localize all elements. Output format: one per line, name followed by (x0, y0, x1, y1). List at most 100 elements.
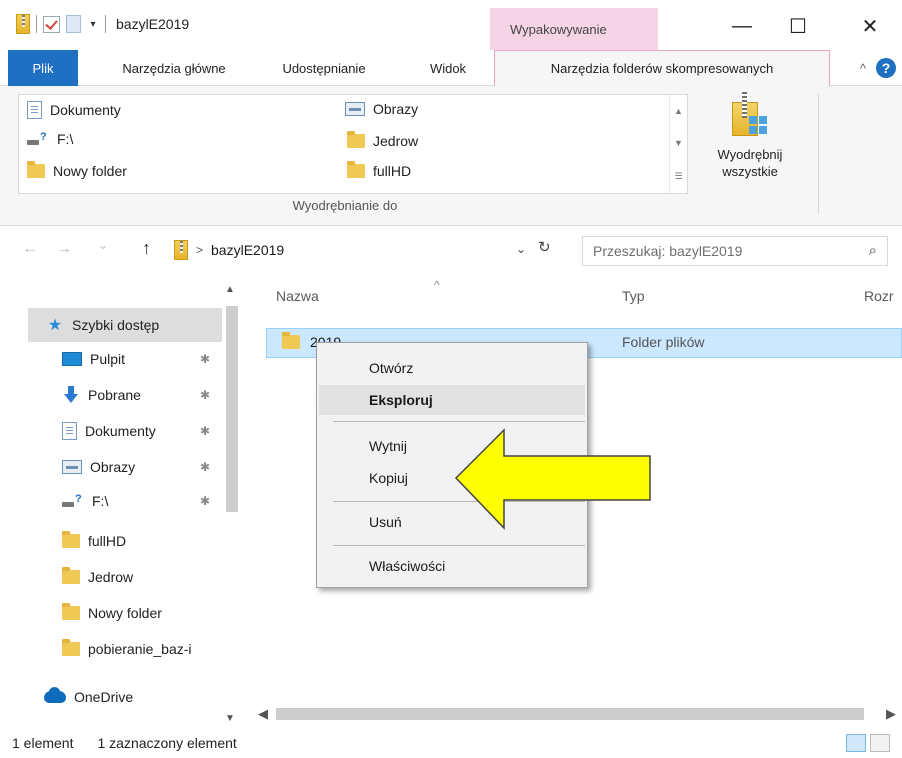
sidebar-item-documents[interactable]: Dokumenty (62, 414, 242, 448)
scrollbar-thumb[interactable] (276, 708, 864, 720)
row-type-cell: Folder plików (622, 334, 705, 350)
menu-item-properties[interactable]: Właściwości (319, 551, 585, 581)
details-view-icon[interactable] (846, 734, 866, 752)
folder-icon (27, 161, 45, 178)
breadcrumb-current[interactable]: bazylE2019 (211, 242, 284, 258)
sidebar-item-downloads[interactable]: Pobrane (62, 378, 242, 412)
pin-icon[interactable]: ✱ (200, 460, 210, 474)
new-folder-icon[interactable] (66, 15, 81, 33)
sidebar-item-drive-f[interactable]: F:\ (62, 484, 242, 518)
pin-icon[interactable]: ✱ (200, 494, 210, 508)
arrow-shape (454, 428, 651, 530)
sidebar-item-desktop[interactable]: Pulpit (62, 342, 242, 376)
forward-arrow-icon[interactable]: → (56, 240, 72, 258)
ribbon-divider (818, 94, 819, 214)
gallery-item-new-folder[interactable]: Nowy folder (27, 161, 127, 179)
sidebar-item-onedrive[interactable]: OneDrive (44, 680, 133, 714)
collapse-ribbon-icon[interactable]: ^ (860, 61, 866, 76)
folder-icon (62, 567, 80, 584)
sidebar-item-label: Obrazy (90, 459, 136, 475)
sidebar-item-new-folder[interactable]: Nowy folder (62, 596, 242, 630)
column-header-type[interactable]: Typ (622, 288, 645, 304)
search-input[interactable]: Przeszukaj: bazylE2019 ⌕ (582, 236, 888, 266)
maximize-button[interactable]: ☐ (780, 12, 816, 40)
tab-file[interactable]: Plik (8, 50, 78, 86)
back-arrow-icon[interactable]: ← (22, 240, 38, 258)
ribbon-help-area: ^ ? (860, 58, 896, 78)
sidebar-item-pobieranie[interactable]: pobieranie_baz-i (62, 632, 222, 666)
extract-to-gallery: Dokumenty F:\ Nowy folder Obrazy Jedrow … (18, 94, 688, 194)
address-bar[interactable]: > bazylE2019 (166, 236, 568, 264)
document-icon (62, 422, 77, 440)
column-header-size[interactable]: Rozr (864, 288, 894, 304)
extract-all-label-line2: wszystkie (722, 164, 778, 179)
sidebar-item-quick-access[interactable]: ★ Szybki dostęp (46, 308, 159, 342)
folder-icon (62, 531, 80, 548)
ribbon-panel: Dokumenty F:\ Nowy folder Obrazy Jedrow … (0, 86, 902, 226)
item-count: 1 element (12, 735, 74, 751)
sidebar-item-label: pobieranie_baz-i (88, 641, 192, 657)
sidebar-item-label: fullHD (88, 533, 127, 549)
scroll-left-icon[interactable]: ◀ (258, 706, 268, 722)
gallery-item-label: Nowy folder (53, 163, 127, 179)
menu-separator (333, 421, 585, 422)
minimize-button[interactable]: — (724, 12, 760, 40)
pin-icon[interactable]: ✱ (200, 424, 210, 438)
folder-icon (282, 332, 300, 349)
customize-dropdown-icon[interactable]: ▾ (87, 19, 99, 30)
extract-all-button[interactable]: Wyodrębnij wszystkie (700, 92, 800, 202)
tab-home[interactable]: Narzędzia główne (94, 50, 254, 86)
scroll-down-icon[interactable]: ▼ (225, 713, 235, 724)
tab-share[interactable]: Udostępnianie (262, 50, 386, 86)
pin-icon[interactable]: ✱ (200, 388, 210, 402)
breadcrumb-separator[interactable]: > (196, 243, 203, 257)
menu-item-open[interactable]: Otwórz (319, 353, 585, 383)
scrollbar-thumb[interactable] (226, 306, 238, 512)
gallery-item-label: Obrazy (373, 101, 419, 117)
scroll-right-icon[interactable]: ▶ (886, 706, 896, 722)
folder-icon (347, 131, 365, 148)
sidebar-item-label: Jedrow (88, 569, 134, 585)
gallery-item-label: fullHD (373, 163, 412, 179)
sidebar-item-label: Nowy folder (88, 605, 162, 621)
recent-locations-icon[interactable]: ⌄ (98, 238, 108, 252)
drive-icon (62, 493, 84, 508)
sidebar-item-label: OneDrive (74, 689, 134, 705)
pin-icon[interactable]: ✱ (200, 352, 210, 366)
gallery-item-documents[interactable]: Dokumenty (27, 101, 121, 119)
search-icon[interactable]: ⌕ (869, 242, 877, 259)
gallery-item-drive-f[interactable]: F:\ (27, 131, 73, 147)
scroll-up-icon[interactable]: ▲ (225, 284, 235, 295)
view-switcher (846, 734, 890, 752)
sidebar-item-pictures[interactable]: Obrazy (62, 450, 242, 484)
tab-view[interactable]: Widok (414, 50, 482, 86)
sidebar-scrollbar[interactable]: ▲ ▼ (222, 284, 240, 724)
extract-all-icon (732, 92, 768, 138)
gallery-scroll-down-icon[interactable]: ▼ (674, 138, 683, 148)
sidebar-item-label: Pobrane (88, 387, 141, 403)
gallery-item-fullhd[interactable]: fullHD (347, 161, 412, 179)
menu-item-explore[interactable]: Eksploruj (319, 385, 585, 415)
address-dropdown-icon[interactable]: ⌄ (516, 242, 526, 256)
gallery-scroll-up-icon[interactable]: ▲ (674, 106, 683, 116)
toolbar-divider (105, 15, 106, 33)
gallery-item-jedrow[interactable]: Jedrow (347, 131, 418, 149)
sidebar-item-fullhd[interactable]: fullHD (62, 524, 242, 558)
refresh-icon[interactable]: ↻ (538, 238, 551, 256)
horizontal-scrollbar[interactable]: ◀ ▶ (246, 704, 902, 724)
annotation-arrow (454, 428, 651, 530)
gallery-expand-icon[interactable]: ☰ (674, 171, 682, 182)
gallery-scrollbar[interactable]: ▲ ▼ ☰ (669, 95, 687, 193)
properties-icon[interactable] (43, 15, 60, 33)
sidebar-item-jedrow[interactable]: Jedrow (62, 560, 242, 594)
column-header-name[interactable]: Nazwa (276, 288, 319, 304)
large-icons-view-icon[interactable] (870, 734, 890, 752)
sidebar-item-label: F:\ (92, 493, 109, 509)
gallery-item-pictures[interactable]: Obrazy (345, 101, 418, 117)
sidebar-item-label: Pulpit (90, 351, 126, 367)
close-button[interactable]: ✕ (852, 12, 888, 40)
up-arrow-icon[interactable]: ↑ (142, 238, 151, 259)
help-icon[interactable]: ? (876, 58, 896, 78)
tab-compressed-folder-tools[interactable]: Narzędzia folderów skompresowanych (494, 50, 830, 87)
extract-all-label-line1: Wyodrębnij (717, 147, 783, 162)
